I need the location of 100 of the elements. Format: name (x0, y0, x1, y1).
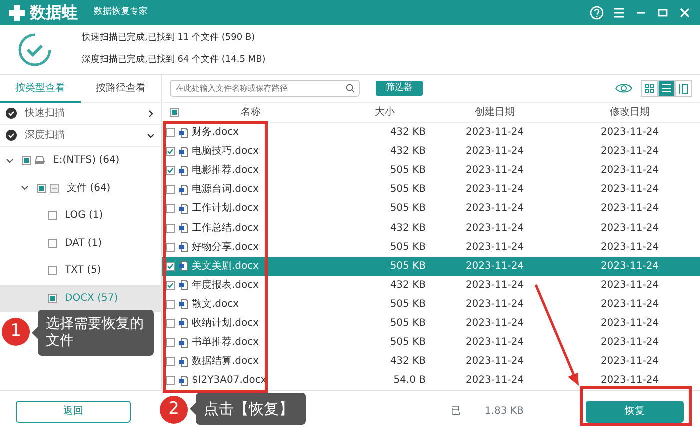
checkbox[interactable] (166, 376, 175, 386)
checkbox[interactable] (166, 280, 175, 290)
checkbox[interactable] (166, 300, 175, 309)
document-icon (179, 299, 188, 310)
file-size: 432 KB (390, 222, 426, 234)
created-date: 2023-11-24 (466, 146, 524, 158)
checkbox[interactable] (166, 185, 175, 194)
checkbox[interactable] (48, 238, 57, 248)
modified-date: 2023-11-24 (600, 127, 660, 138)
column-header: 修改日期 (610, 106, 650, 120)
menu-icon[interactable] (612, 6, 626, 20)
check-circle-icon (6, 130, 17, 141)
tree-item[interactable]: DAT (1) (0, 230, 161, 257)
check-circle-icon (6, 108, 17, 119)
file-row[interactable]: 财务.docx 432 KB 2023-11-24 2023-11-24 (162, 123, 700, 142)
preview-view-button[interactable] (675, 80, 692, 97)
file-size: 505 KB (390, 242, 426, 253)
file-row[interactable]: $I2Y3A07.docx 54.0 B 2023-11-24 2023-11-24 (162, 371, 700, 390)
document-icon (179, 280, 188, 290)
modified-date: 2023-11-24 (600, 146, 660, 158)
help-icon[interactable] (590, 6, 604, 20)
status-text: 已 (451, 405, 461, 420)
file-size: 432 KB (390, 146, 426, 158)
file-row[interactable]: 年度报表.docx 432 KB 2023-11-24 2023-11-24 (162, 276, 700, 295)
created-date: 2023-11-24 (466, 242, 524, 253)
document-icon (179, 338, 188, 348)
checkbox[interactable] (166, 147, 175, 156)
checkbox[interactable] (22, 156, 31, 166)
file-row[interactable]: 工作总结.docx 432 KB 2023-11-24 2023-11-24 (162, 218, 700, 238)
checkbox[interactable] (166, 242, 175, 252)
checkbox[interactable] (48, 266, 57, 276)
chevron-right-icon[interactable] (147, 110, 155, 118)
file-name: 年度报表.docx (192, 278, 260, 293)
tree-item[interactable]: LOG (1) (0, 202, 161, 230)
file-row[interactable]: 美文美剧.docx 505 KB 2023-11-24 2023-11-24 (162, 256, 700, 276)
checkbox[interactable] (37, 184, 46, 193)
checkbox[interactable] (166, 262, 175, 271)
file-size: 505 KB (390, 165, 426, 176)
view-tab[interactable]: 按类型查看 (0, 75, 80, 103)
select-all-checkbox[interactable] (170, 108, 179, 117)
document-icon (179, 166, 188, 176)
file-row[interactable]: 收纳计划.docx 505 KB 2023-11-24 2023-11-24 (162, 314, 700, 334)
checkbox[interactable] (166, 224, 175, 233)
document-icon (179, 261, 188, 272)
created-date: 2023-11-24 (466, 184, 524, 196)
file-row[interactable]: 电源台词.docx 505 KB 2023-11-24 2023-11-24 (162, 180, 700, 200)
drive-icon (35, 156, 45, 166)
callout-text: 选择需要恢复的文件 (46, 316, 145, 350)
file-row[interactable]: 好物分享.docx 505 KB 2023-11-24 2023-11-24 (162, 238, 700, 257)
file-row[interactable]: 工作计划.docx 505 KB 2023-11-24 2023-11-24 (162, 199, 700, 218)
checkbox[interactable] (166, 357, 175, 366)
created-date: 2023-11-24 (466, 356, 524, 368)
back-button[interactable]: 返回 (16, 400, 131, 423)
file-row[interactable]: 电影推荐.docx 505 KB 2023-11-24 2023-11-24 (162, 161, 700, 180)
filter-button[interactable]: 筛选器 (376, 80, 423, 96)
file-row[interactable]: 数据结算.docx 432 KB 2023-11-24 2023-11-24 (162, 352, 700, 372)
checkbox[interactable] (48, 211, 57, 220)
document-icon (179, 204, 188, 214)
scan-label[interactable]: 深度扫描 (25, 128, 65, 143)
file-row[interactable]: 书单推荐.docx 505 KB 2023-11-24 2023-11-24 (162, 333, 700, 352)
checkbox[interactable] (166, 166, 175, 176)
search-icon[interactable] (346, 84, 355, 93)
modified-date: 2023-11-24 (600, 184, 660, 196)
eye-icon[interactable] (615, 83, 633, 94)
folder-icon (50, 184, 59, 193)
checkbox[interactable] (48, 294, 57, 303)
chevron-down-icon[interactable] (147, 132, 155, 140)
document-icon (179, 356, 188, 367)
tree-label: DOCX (57) (65, 292, 118, 306)
recover-button[interactable]: 恢复 (586, 400, 684, 423)
checkbox[interactable] (166, 204, 175, 214)
tree-item[interactable]: E:(NTFS) (64) (0, 147, 161, 174)
search-field[interactable]: 在此处输入文件名称或保存路径 (170, 80, 360, 97)
chevron-down-icon[interactable] (6, 156, 14, 165)
modified-date: 2023-11-24 (600, 337, 660, 348)
file-row[interactable]: 电脑技巧.docx 432 KB 2023-11-24 2023-11-24 (162, 142, 700, 162)
app-name: 数据蛙 (30, 2, 78, 24)
status-text: 1.83 KB (485, 405, 524, 420)
file-row[interactable]: 散文.docx 505 KB 2023-11-24 2023-11-24 (162, 294, 700, 314)
column-header: 创建日期 (475, 106, 515, 120)
modified-date: 2023-11-24 (600, 242, 660, 253)
close-icon[interactable] (678, 6, 692, 20)
tree-item[interactable]: TXT (5) (0, 257, 161, 284)
checkbox[interactable] (166, 128, 175, 138)
app-subtitle: 数据恢复专家 (94, 6, 148, 19)
list-view-button[interactable] (658, 80, 675, 97)
grid-view-button[interactable] (641, 80, 658, 97)
file-size: 505 KB (390, 318, 426, 329)
modified-date: 2023-11-24 (600, 222, 660, 234)
scan-label[interactable]: 快速扫描 (25, 106, 65, 121)
tree-item[interactable]: 文件 (64) (0, 174, 161, 202)
checkbox[interactable] (166, 318, 175, 328)
file-name: 数据结算.docx (192, 354, 260, 370)
view-tab[interactable]: 按路径查看 (80, 75, 161, 103)
document-icon (179, 146, 188, 157)
document-icon (179, 318, 188, 328)
callout-text: 点击【恢复】 (204, 400, 294, 418)
checkbox[interactable] (166, 338, 175, 348)
chevron-down-icon[interactable] (21, 184, 29, 192)
step-number-badge: 2 (160, 396, 188, 424)
